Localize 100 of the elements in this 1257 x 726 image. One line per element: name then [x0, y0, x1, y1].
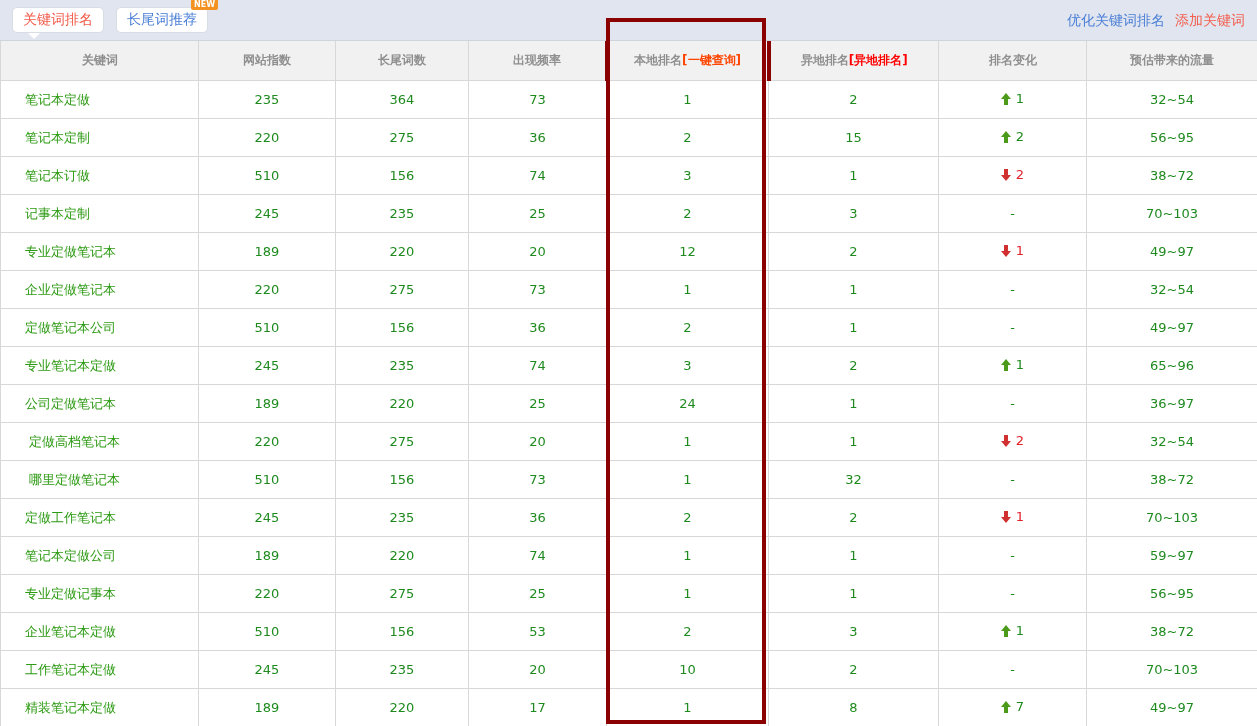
table-cell: 2 [768, 80, 939, 119]
rank-change-cell: 2 [938, 118, 1087, 157]
rank-change-cell: - [938, 574, 1087, 613]
table-cell: 235 [335, 498, 469, 537]
header-label: 排名变化 [988, 53, 1037, 67]
table-cell: 1 [768, 536, 939, 575]
table-cell: 510 [198, 308, 336, 347]
keyword-cell: 专业定做笔记本 [0, 232, 199, 271]
table-cell: 510 [198, 460, 336, 499]
up-arrow-icon [1000, 92, 1011, 105]
header-label: 异地排名 [800, 53, 849, 67]
table-cell: 245 [198, 346, 336, 385]
rank-change-cell: - [938, 270, 1087, 309]
table-cell: 1 [768, 574, 939, 613]
down-arrow-icon [1000, 244, 1011, 257]
table-cell: 245 [198, 650, 336, 689]
keyword-cell: 专业定做记事本 [0, 574, 199, 613]
table-cell: 156 [335, 156, 469, 195]
table-cell: 220 [198, 118, 336, 157]
tab[interactable]: 长尾词推荐 [116, 7, 208, 33]
table-cell: 245 [198, 498, 336, 537]
rank-change-cell: - [938, 650, 1087, 689]
table-cell: 510 [198, 612, 336, 651]
table-cell: 275 [335, 270, 469, 309]
keyword-cell: 公司定做笔记本 [0, 384, 199, 423]
table-cell: 2 [768, 498, 939, 537]
action-link[interactable]: 优化关键词排名 [1067, 12, 1165, 30]
table-cell: 3 [768, 612, 939, 651]
table-cell: 220 [335, 232, 469, 271]
keyword-cell: 记事本定制 [0, 194, 199, 233]
keyword-cell: 笔记本订做 [0, 156, 199, 195]
keyword-cell: 企业定做笔记本 [0, 270, 199, 309]
keyword-cell: 笔记本定制 [0, 118, 199, 157]
up-arrow-icon [1000, 358, 1011, 371]
table-cell: 32 [768, 460, 939, 499]
table-cell: 3 [768, 194, 939, 233]
new-badge: NEW [191, 0, 218, 10]
rank-change-cell: 1 [938, 346, 1087, 385]
action-link[interactable]: 添加关键词 [1175, 12, 1245, 30]
down-arrow-icon [1000, 168, 1011, 181]
rank-change-cell: 2 [938, 422, 1087, 461]
header-label: 本地排名 [634, 53, 682, 67]
down-arrow-icon [1000, 510, 1011, 523]
table-cell: 235 [198, 80, 336, 119]
table-cell: 2 [768, 232, 939, 271]
up-arrow-icon [1000, 700, 1011, 713]
keyword-cell: 定做工作笔记本 [0, 498, 199, 537]
rank-change-cell: 1 [938, 232, 1087, 271]
table-cell: 156 [335, 612, 469, 651]
rank-change-cell: 1 [938, 612, 1087, 651]
header-label: 网站指数 [243, 53, 291, 67]
rank-change-cell: - [938, 536, 1087, 575]
rank-change-cell: 1 [938, 80, 1087, 119]
table-cell: 220 [198, 270, 336, 309]
table-cell: 156 [335, 460, 469, 499]
table-cell: 1 [768, 384, 939, 423]
table-cell: 2 [768, 650, 939, 689]
tab[interactable]: 关键词排名 [12, 7, 104, 33]
table-cell: 235 [335, 194, 469, 233]
table-cell: 220 [198, 574, 336, 613]
query-link[interactable]: [一键查询] [682, 53, 741, 67]
rank-change-cell: 1 [938, 498, 1087, 537]
up-arrow-icon [1000, 624, 1011, 637]
table-cell: 220 [198, 422, 336, 461]
keyword-cell: 专业笔记本定做 [0, 346, 199, 385]
table-cell: 275 [335, 118, 469, 157]
rank-change-cell: - [938, 194, 1087, 233]
table-cell: 275 [335, 422, 469, 461]
rank-change-cell: - [938, 384, 1087, 423]
keyword-cell: 精装笔记本定做 [0, 688, 199, 726]
table-cell: 1 [768, 270, 939, 309]
table-cell: 364 [335, 80, 469, 119]
up-arrow-icon [1000, 130, 1011, 143]
table-cell: 220 [335, 536, 469, 575]
keyword-cell: 哪里定做笔记本 [0, 460, 199, 499]
keyword-cell: 笔记本定做 [0, 80, 199, 119]
table-cell: 220 [335, 384, 469, 423]
table-cell: 189 [198, 232, 336, 271]
table-cell: 1 [768, 156, 939, 195]
table-cell: 2 [768, 346, 939, 385]
rank-change-cell: - [938, 308, 1087, 347]
keyword-cell: 定做笔记本公司 [0, 308, 199, 347]
table-cell: 15 [768, 118, 939, 157]
table-cell: 189 [198, 384, 336, 423]
table-cell: 189 [198, 536, 336, 575]
keyword-cell: 企业笔记本定做 [0, 612, 199, 651]
table-cell: 235 [335, 650, 469, 689]
header-label: 关键词 [81, 53, 118, 67]
table-cell: 1 [768, 308, 939, 347]
keyword-cell: 定做高档笔记本 [0, 422, 199, 461]
table-cell: 245 [198, 194, 336, 233]
table-cell: 510 [198, 156, 336, 195]
keyword-cell: 笔记本定做公司 [0, 536, 199, 575]
header-label: 长尾词数 [378, 53, 426, 67]
table-cell: 1 [768, 422, 939, 461]
rank-change-cell: - [938, 460, 1087, 499]
keyword-cell: 工作笔记本定做 [0, 650, 199, 689]
query-link[interactable]: [异地排名] [848, 53, 908, 67]
table-cell: 156 [335, 308, 469, 347]
table-cell: 235 [335, 346, 469, 385]
